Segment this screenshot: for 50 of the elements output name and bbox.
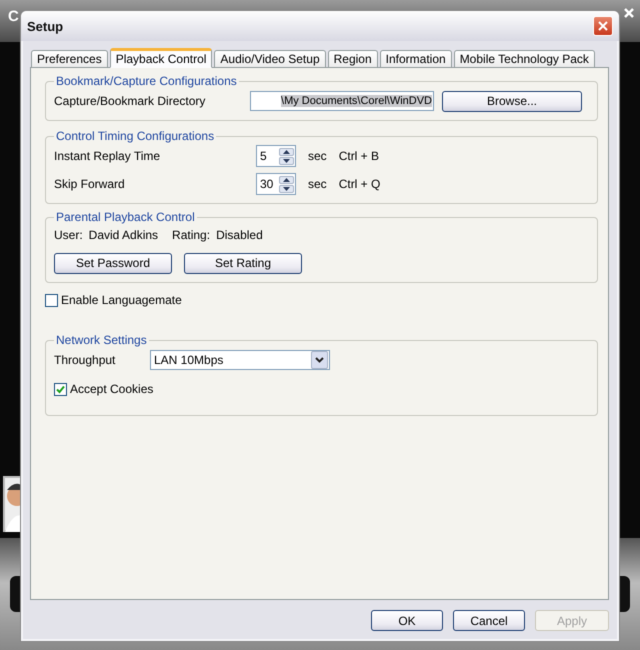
tab[interactable]: Region bbox=[328, 50, 378, 67]
spin-up-button[interactable] bbox=[279, 148, 294, 156]
close-icon bbox=[624, 8, 634, 18]
tab[interactable]: Mobile Technology Pack bbox=[454, 50, 595, 67]
dialog-button[interactable]: Cancel bbox=[453, 610, 525, 631]
field-label: Throughput bbox=[54, 353, 116, 367]
down-arrow-icon bbox=[283, 158, 290, 162]
close-icon bbox=[598, 21, 608, 31]
spin-field[interactable]: 30 bbox=[256, 173, 296, 195]
tab[interactable]: Information bbox=[380, 50, 452, 67]
spin-field[interactable]: 5 bbox=[256, 145, 296, 167]
dialog-button[interactable]: OK bbox=[371, 610, 443, 631]
spin-up-button[interactable] bbox=[279, 176, 294, 184]
tab[interactable]: Preferences bbox=[31, 50, 108, 67]
spin-down-button[interactable] bbox=[279, 184, 294, 192]
group-title: Network Settings bbox=[55, 333, 148, 347]
checkbox-label[interactable]: Accept Cookies bbox=[54, 382, 154, 396]
checkbox-label[interactable]: Enable Languagemate bbox=[45, 293, 182, 307]
rating-label: Rating: bbox=[172, 228, 210, 242]
spin-down-button[interactable] bbox=[279, 156, 294, 164]
tab[interactable]: Playback Control bbox=[110, 48, 212, 68]
group-title: Bookmark/Capture Configurations bbox=[55, 74, 238, 88]
directory-field[interactable]: \My Documents\Corel\WinDVD bbox=[250, 91, 434, 111]
parental-button[interactable]: Set Password bbox=[54, 252, 172, 274]
close-button[interactable] bbox=[593, 16, 613, 36]
field-label: Instant Replay Time bbox=[54, 149, 162, 163]
user-label: User: bbox=[54, 228, 83, 242]
group-title: Control Timing Configurations bbox=[55, 129, 216, 143]
user-name: David Adkins bbox=[88, 228, 158, 242]
throughput-dropdown[interactable]: LAN 10Mbps bbox=[150, 350, 330, 370]
rating-value: Disabled bbox=[216, 228, 263, 242]
tab[interactable]: Audio/Video Setup bbox=[214, 50, 326, 67]
parental-button[interactable]: Set Rating bbox=[184, 252, 302, 274]
checkbox[interactable] bbox=[54, 382, 67, 396]
down-arrow-icon bbox=[283, 186, 290, 190]
unit-label: sec bbox=[308, 149, 327, 163]
group-title: Parental Playback Control bbox=[55, 210, 196, 224]
unit-label: sec bbox=[308, 177, 327, 191]
window-title: Setup bbox=[27, 18, 64, 34]
field-label: Capture/Bookmark Directory bbox=[54, 94, 206, 108]
background-window-title: C bbox=[8, 8, 19, 25]
shortcut-label: Ctrl + B bbox=[338, 149, 380, 163]
field-label: Skip Forward bbox=[54, 177, 126, 191]
checkmark-icon bbox=[56, 384, 65, 394]
shortcut-label: Ctrl + Q bbox=[338, 177, 380, 191]
browse-button[interactable]: Browse... bbox=[442, 90, 582, 112]
checkbox[interactable] bbox=[45, 294, 58, 306]
up-arrow-icon bbox=[283, 178, 290, 182]
chevron-down-icon bbox=[315, 357, 324, 363]
up-arrow-icon bbox=[283, 150, 290, 154]
